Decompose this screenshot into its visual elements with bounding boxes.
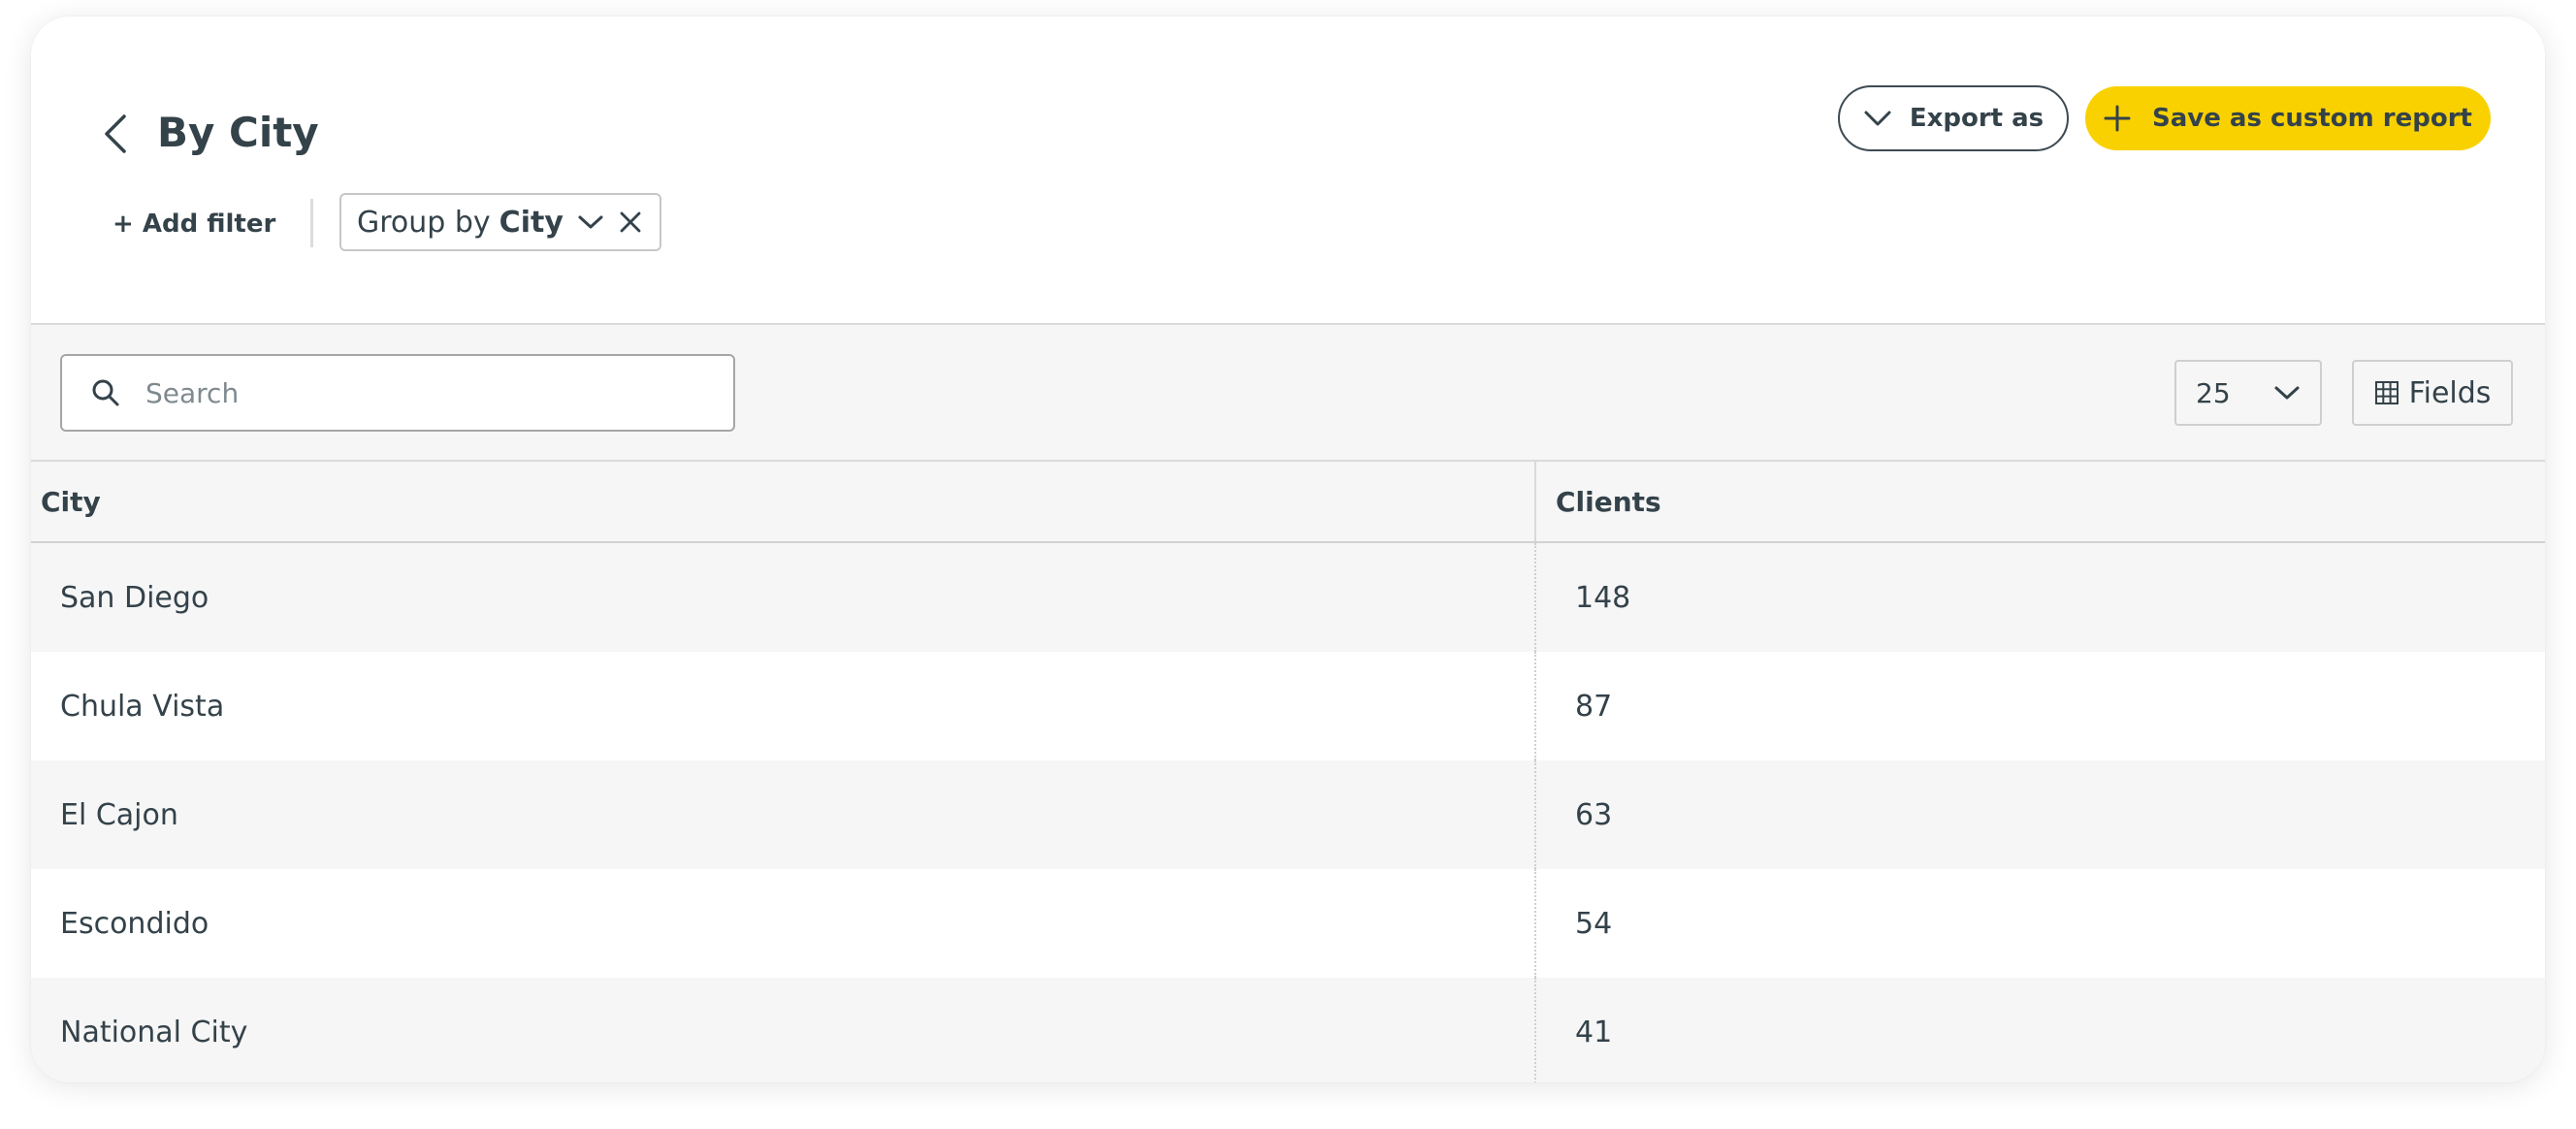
table-body: San Diego 148 Chula Vista 87 El Cajon 63… — [31, 543, 2545, 1082]
table-row: El Cajon 63 — [31, 760, 2545, 869]
report-table: City Clients San Diego 148 Chula Vista 8… — [31, 462, 2545, 1082]
page-size-value: 25 — [2196, 376, 2231, 409]
column-header-clients[interactable]: Clients — [1536, 462, 2545, 541]
city-cell: National City — [31, 978, 1536, 1082]
table-header: City Clients — [31, 462, 2545, 543]
search-box — [60, 354, 735, 432]
group-by-value: City — [499, 205, 564, 240]
city-cell: Escondido — [31, 869, 1536, 978]
remove-group-button[interactable] — [620, 211, 641, 233]
save-custom-report-button[interactable]: Save as custom report — [2085, 86, 2491, 150]
grid-icon — [2374, 381, 2399, 404]
city-cell: San Diego — [31, 543, 1536, 652]
table-row: Escondido 54 — [31, 869, 2545, 978]
clients-cell: 63 — [1575, 797, 1613, 832]
fields-label: Fields — [2408, 375, 2492, 410]
page-title: By City — [157, 109, 319, 156]
city-cell: Chula Vista — [31, 652, 1536, 760]
search-icon — [92, 379, 119, 406]
export-label: Export as — [1909, 104, 2045, 133]
clients-cell: 148 — [1575, 580, 1631, 615]
fields-button[interactable]: Fields — [2352, 360, 2513, 426]
chevron-down-icon — [2274, 386, 2300, 400]
export-button[interactable]: Export as — [1838, 85, 2069, 151]
report-card: By City Export as Save as custom report … — [31, 16, 2545, 1082]
search-input[interactable] — [145, 364, 689, 422]
table-row: National City 41 — [31, 978, 2545, 1082]
back-button[interactable] — [91, 92, 140, 176]
table-row: Chula Vista 87 — [31, 652, 2545, 760]
table-row: San Diego 148 — [31, 543, 2545, 652]
city-cell: El Cajon — [31, 760, 1536, 869]
chevron-down-icon — [1864, 111, 1891, 126]
chevron-down-icon — [578, 215, 603, 229]
clients-cell: 54 — [1575, 906, 1613, 941]
filter-divider — [310, 199, 313, 247]
group-by-dropdown[interactable] — [577, 214, 604, 230]
table-toolbar: 25 Fields — [31, 323, 2545, 462]
chevron-left-icon — [105, 114, 126, 153]
clients-cell: 41 — [1575, 1015, 1613, 1049]
group-by-selector[interactable]: Group by City — [357, 206, 564, 240]
plus-icon — [2104, 105, 2131, 132]
page-size-select[interactable]: 25 — [2174, 360, 2322, 426]
add-filter-button[interactable]: + Add filter — [113, 203, 275, 245]
close-icon — [620, 211, 641, 233]
report-header: By City Export as Save as custom report … — [31, 16, 2545, 323]
group-by-prefix: Group by — [357, 205, 491, 240]
clients-cell: 87 — [1575, 689, 1613, 724]
group-by-chip: Group by City — [339, 193, 661, 251]
column-header-city[interactable]: City — [31, 462, 1536, 541]
save-label: Save as custom report — [2152, 104, 2472, 133]
